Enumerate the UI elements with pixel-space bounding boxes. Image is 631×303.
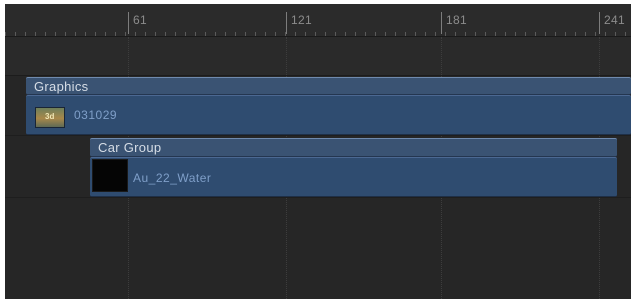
- time-ruler[interactable]: 61 121 181 241: [5, 4, 631, 37]
- water-layer-label: Au_22_Water: [133, 171, 212, 185]
- ruler-minor-ticks: [5, 32, 631, 36]
- ruler-tick-121: [286, 12, 287, 34]
- ruler-tick-241: [599, 12, 600, 34]
- car-group-label: Car Group: [98, 140, 162, 155]
- ruler-label-61: 61: [133, 13, 147, 27]
- graphics-group-header[interactable]: Graphics: [26, 77, 631, 95]
- water-layer-thumbnail: [92, 159, 128, 192]
- ruler-label-121: 121: [291, 13, 312, 27]
- ruler-label-241: 241: [604, 13, 625, 27]
- graphics-group-label: Graphics: [34, 79, 89, 94]
- ruler-tick-61: [128, 12, 129, 34]
- empty-track-area: [5, 37, 631, 76]
- row-divider: [5, 135, 631, 136]
- graphics-layer-thumbnail: 3d: [35, 107, 65, 128]
- row-divider: [5, 197, 631, 198]
- screenshot-frame: 61 121 181 241 Graphics 3d 031029 Car Gr…: [0, 0, 631, 303]
- timeline-panel: 61 121 181 241 Graphics 3d 031029 Car Gr…: [5, 4, 631, 299]
- ruler-tick-181: [441, 12, 442, 34]
- car-group-header[interactable]: Car Group: [90, 138, 617, 157]
- graphics-layer-label: 031029: [74, 108, 118, 122]
- thumbnail-text: 3d: [45, 112, 55, 121]
- ruler-label-181: 181: [446, 13, 467, 27]
